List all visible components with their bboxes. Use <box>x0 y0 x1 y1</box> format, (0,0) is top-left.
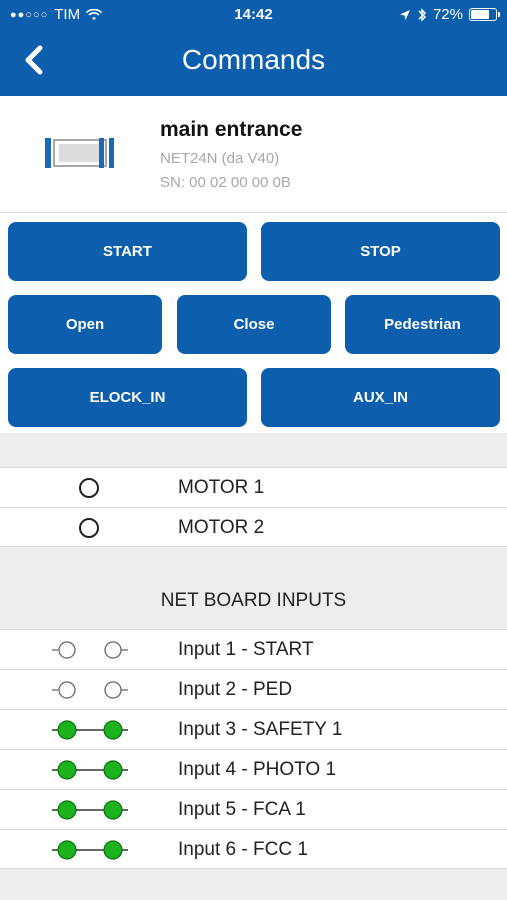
switch-open-icon <box>52 641 128 659</box>
list-item: MOTOR 2 <box>0 507 507 547</box>
switch-closed-icon <box>52 840 128 860</box>
nav-bar: Commands <box>0 30 507 96</box>
input-list: Input 1 - START Input 2 - PED Input 3 - … <box>0 629 507 869</box>
battery-percent: 72% <box>432 6 463 23</box>
status-right: 72% <box>399 6 500 23</box>
input-label: Input 2 - PED <box>178 679 293 700</box>
input-label: Input 4 - PHOTO 1 <box>178 759 337 780</box>
motor-status-icon <box>79 478 99 498</box>
page-title: Commands <box>181 44 326 75</box>
switch-open-icon <box>52 681 128 699</box>
motor-label: MOTOR 2 <box>178 517 265 538</box>
battery-icon <box>469 8 500 21</box>
command-panel: START STOP Open Close Pedestrian ELOCK_I… <box>0 213 507 433</box>
list-item: Input 3 - SAFETY 1 <box>0 709 507 749</box>
list-item: Input 4 - PHOTO 1 <box>0 749 507 789</box>
pedestrian-button[interactable]: Pedestrian <box>345 295 500 354</box>
input-label: Input 3 - SAFETY 1 <box>178 719 343 740</box>
device-model: NET24N (da V40) <box>160 150 280 167</box>
list-item: Input 6 - FCC 1 <box>0 829 507 869</box>
motor-list: MOTOR 1 MOTOR 2 <box>0 467 507 547</box>
switch-closed-icon <box>52 760 128 780</box>
input-label: Input 6 - FCC 1 <box>178 839 308 860</box>
bluetooth-icon <box>418 7 427 22</box>
aux-in-button[interactable]: AUX_IN <box>261 368 500 427</box>
switch-closed-icon <box>52 720 128 740</box>
section-title: NET BOARD INPUTS <box>160 590 347 611</box>
stop-button[interactable]: STOP <box>261 222 500 281</box>
motor-status-icon <box>79 518 99 538</box>
open-button[interactable]: Open <box>8 295 162 354</box>
input-label: Input 1 - START <box>178 639 314 660</box>
switch-closed-icon <box>52 800 128 820</box>
list-item: Input 2 - PED <box>0 669 507 709</box>
gate-icon <box>45 138 114 168</box>
motor-label: MOTOR 1 <box>178 477 265 498</box>
device-name: main entrance <box>160 118 303 141</box>
input-label: Input 5 - FCA 1 <box>178 799 306 820</box>
location-arrow-icon <box>399 9 410 20</box>
elock-in-button[interactable]: ELOCK_IN <box>8 368 247 427</box>
list-item: Input 1 - START <box>0 629 507 669</box>
list-item: MOTOR 1 <box>0 467 507 507</box>
device-header: main entrance NET24N (da V40) SN: 00 02 … <box>0 96 507 213</box>
device-serial: SN: 00 02 00 00 0B <box>160 174 291 191</box>
close-button[interactable]: Close <box>177 295 331 354</box>
status-bar: ●●○○○ TIM 14:42 72% <box>0 0 507 30</box>
start-button[interactable]: START <box>8 222 247 281</box>
list-item: Input 5 - FCA 1 <box>0 789 507 829</box>
